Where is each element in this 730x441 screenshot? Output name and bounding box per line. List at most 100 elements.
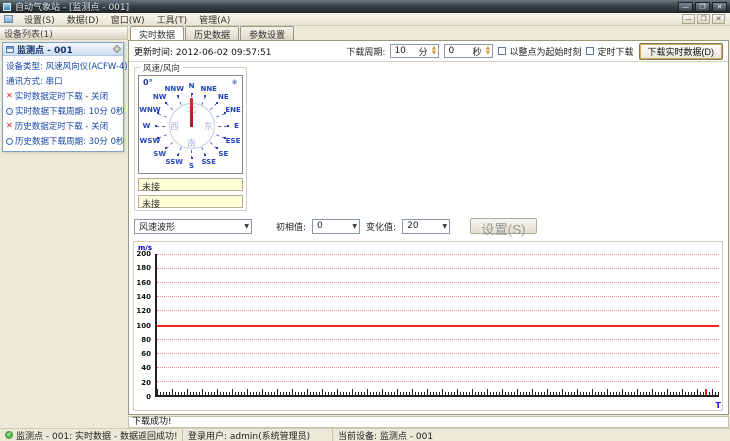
direction-tick [166, 142, 174, 150]
wind-group-title: 风速/风向 [140, 62, 183, 74]
device-panel-body: 设备类型: 风速风向仪(ACFW-4) 通讯方式: 串口 ✕ 实时数据定时下载 - 关… [3, 56, 128, 154]
mdi-restore-button[interactable]: ❐ [697, 14, 710, 24]
direction-tick [201, 95, 206, 105]
close-button[interactable]: ✕ [712, 1, 727, 12]
status-message-segment: ✓ 监测点 - 001: 实时数据 - 数据返回成功! [0, 429, 183, 441]
direction-dot [190, 92, 193, 95]
tab-参数设置[interactable]: 参数设置 [240, 26, 295, 41]
direction-dot [165, 101, 168, 104]
device-panel-title: 监测点 - 001 [17, 45, 73, 56]
gridline-120 [157, 310, 719, 312]
gridline-160 [157, 282, 719, 284]
tab-实时数据[interactable]: 实时数据 [130, 26, 185, 41]
current-device: 当前设备: 监测点 - 001 [338, 431, 434, 441]
checkbox-icon[interactable] [586, 47, 595, 55]
x-axis-end-tick [705, 389, 707, 395]
main-area: 实时数据 历史数据 参数设置 更新时间: 2012-06-02 09:57:51 下… [128, 26, 730, 428]
timed-download-checkbox[interactable]: 定时下载 [586, 45, 634, 58]
wind-speed-field: 未接 [138, 178, 243, 193]
disabled-icon: ✕ [6, 91, 13, 100]
y-tick-40: 40 [141, 364, 151, 373]
direction-dot [215, 147, 218, 150]
minimize-button[interactable]: — [678, 1, 693, 12]
direction-dot [176, 154, 179, 157]
device-info-text: 通讯方式: 串口 [6, 77, 63, 87]
menu-item[interactable]: 数据(D) [61, 12, 105, 27]
waveform-select[interactable]: 风速波形 ▼ [134, 218, 252, 234]
minutes-unit: 分 [418, 47, 428, 58]
gridline-60 [157, 352, 719, 354]
content-area: 设备列表(1) 监测点 - 001 设备类型: 风速风向仪(ACFW-4) 通讯方… [0, 26, 730, 428]
direction-tick [156, 125, 165, 127]
update-time: 更新时间: 2012-06-02 09:57:51 [134, 45, 272, 58]
series-风速 [157, 324, 719, 327]
direction-dot [226, 124, 229, 127]
direction-dot [154, 124, 157, 127]
toolbar-row: 更新时间: 2012-06-02 09:57:51 下载周期: 10 分 ▲ ▼ … [129, 41, 728, 62]
change-value-select[interactable]: 20 ▼ [402, 218, 451, 234]
tab-历史数据[interactable]: 历史数据 [185, 26, 240, 41]
wind-group: 风速/风向 0°✳北南西东NNNENEENEEESESESSESSSWSWWSW… [134, 62, 247, 211]
download-realtime-button[interactable]: 下载实时数据(D) [638, 42, 723, 60]
device-info-text: 设备类型: 风速风向仪(ACFW-4) [6, 62, 128, 72]
checkbox-icon[interactable] [498, 47, 507, 55]
direction-label-SW: SW [153, 149, 167, 158]
y-tick-180: 180 [136, 264, 151, 273]
seconds-value[interactable]: 0 [448, 46, 470, 56]
mdi-window-controls: — ❐ ✕ [682, 14, 728, 24]
direction-dot [165, 147, 168, 150]
menu-item[interactable]: 工具(T) [151, 12, 194, 27]
device-info-line: 设备类型: 风速风向仪(ACFW-4) [6, 60, 128, 72]
minutes-value[interactable]: 10 [394, 46, 416, 56]
y-tick-80: 80 [141, 335, 151, 344]
mdi-close-button[interactable]: ✕ [712, 14, 725, 24]
gridline-40 [157, 366, 719, 368]
initial-value-select[interactable]: 0 ▼ [312, 218, 361, 234]
device-info-line: ✕ 实时数据定时下载 - 关闭 [6, 90, 120, 103]
device-panel-titlebar[interactable]: 监测点 - 001 [3, 43, 123, 56]
status-device-segment: 当前设备: 监测点 - 001 [333, 429, 730, 441]
cardinal-west: 西 [169, 122, 180, 132]
cardinal-east: 东 [203, 122, 214, 132]
y-tick-120: 120 [136, 307, 151, 316]
device-list-header: 设备列表(1) [0, 26, 128, 40]
seconds-spinner[interactable]: ▲ ▼ [483, 45, 492, 57]
device-panel[interactable]: 监测点 - 001 设备类型: 风速风向仪(ACFW-4) 通讯方式: 串口 ✕ 实时… [2, 42, 128, 154]
maximize-button[interactable]: ❐ [695, 1, 710, 12]
pin-icon[interactable] [112, 44, 122, 54]
y-tick-200: 200 [136, 250, 151, 258]
seconds-unit: 秒 [472, 47, 482, 58]
seconds-spinbox[interactable]: 0 秒 ▲ ▼ [444, 44, 494, 58]
direction-dot [204, 154, 207, 157]
cardinal-south: 南 [186, 139, 197, 149]
app-window: 自动气象站 - [监测点 - 001] — ❐ ✕ 设置(S) 数据(D) 窗口(W) 工… [0, 0, 730, 441]
device-info-line: 实时数据下载周期: 10分 0秒 [6, 105, 125, 117]
initial-value-label: 初相值: [276, 222, 307, 233]
status-user-segment: 登录用户: admin(系统管理员) [183, 429, 333, 441]
menu-item[interactable]: 管理(A) [193, 12, 236, 27]
device-info-text: 实时数据下载周期: 10分 0秒 [15, 107, 125, 117]
start-on-hour-label: 以整点为起始时刻 [509, 47, 582, 58]
start-on-hour-checkbox[interactable]: 以整点为起始时刻 [498, 45, 581, 58]
timed-download-label: 定时下载 [597, 47, 634, 58]
logged-in-user: 登录用户: admin(系统管理员) [188, 431, 311, 441]
mdi-minimize-button[interactable]: — [682, 14, 695, 24]
direction-dot [176, 94, 179, 97]
download-status-strip: 下载成功! [128, 416, 729, 428]
set-button[interactable]: 设置(S) [470, 218, 537, 237]
menu-item[interactable]: 设置(S) [18, 12, 61, 27]
update-time-value: 2012-06-02 09:57:51 [175, 47, 272, 58]
minutes-spinner[interactable]: ▲ ▼ [429, 45, 438, 57]
minutes-spinbox[interactable]: 10 分 ▲ ▼ [390, 44, 440, 58]
direction-tick [158, 113, 168, 118]
clock-icon [6, 107, 13, 115]
device-info-text: 历史数据下载周期: 30分 0秒 [15, 137, 125, 147]
status-message: 监测点 - 001: 实时数据 - 数据返回成功! [16, 431, 178, 441]
wind-speed-chart: m/s 0 20 40 60 80 100 120 140 160 180 200 T [133, 241, 723, 411]
window-controls: — ❐ ✕ [678, 1, 727, 12]
menu-item[interactable]: 窗口(W) [105, 12, 151, 27]
x-axis-ticks [157, 389, 719, 395]
device-info-line: 通讯方式: 串口 [6, 75, 120, 87]
direction-label-ENE: ENE [225, 106, 241, 115]
chevron-down-icon: ▼ [442, 222, 448, 230]
